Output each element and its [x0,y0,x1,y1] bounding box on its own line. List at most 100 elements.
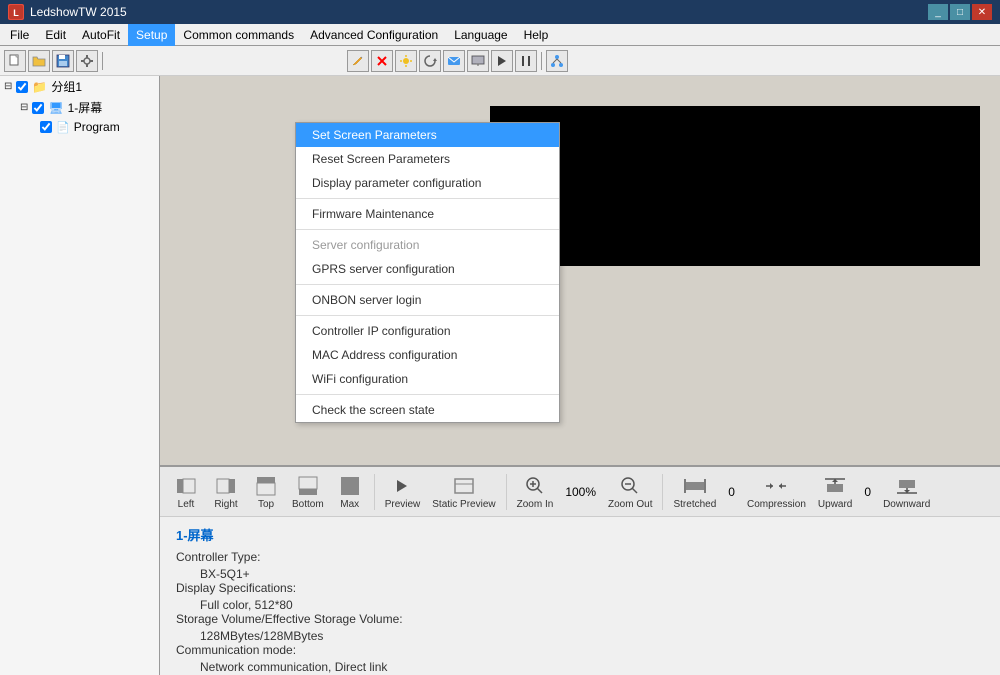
svg-text:L: L [13,8,19,18]
menu-sep5 [296,394,559,395]
menu-sep1 [296,198,559,199]
stretched-button[interactable]: Stretched [669,472,720,512]
menu-wifi-config[interactable]: WiFi configuration [296,367,559,391]
menu-sep3 [296,284,559,285]
title-bar: L LedshowTW 2015 _ □ ✕ [0,0,1000,24]
bottom-toolbar: Left Right Top [160,465,1000,675]
upward-label: Upward [818,499,852,510]
menu-common[interactable]: Common commands [175,24,302,46]
zoom-out-button[interactable]: Zoom Out [604,472,656,512]
info-storage-value: 128MBytes/128MBytes [176,629,984,643]
menu-reset-screen-params[interactable]: Reset Screen Parameters [296,147,559,171]
layout-left-button[interactable]: Left [168,472,204,512]
tree-program-label: Program [74,120,120,134]
menu-display-param-config[interactable]: Display parameter configuration [296,171,559,195]
count2-label: 0 [860,485,875,499]
tree-root[interactable]: ⊟ 📁 分组1 [0,76,159,97]
info-storage-label: Storage Volume/Effective Storage Volume: [176,612,984,626]
compression-label: Compression [747,499,806,510]
preview-label: Preview [385,499,421,510]
screen-preview [490,106,980,266]
layout-left-label: Left [178,499,195,510]
layout-max-button[interactable]: Max [332,472,368,512]
preview-button[interactable]: Preview [381,472,425,512]
info-controller-type-label: Controller Type: [176,550,984,564]
layout-bottom-icon [296,474,320,498]
toolbar-sun[interactable] [395,50,417,72]
downward-label: Downward [883,499,930,510]
layout-max-icon [338,474,362,498]
tree-screen-checkbox[interactable] [32,102,44,114]
playback-bar: Left Right Top [160,467,1000,517]
info-controller-type-value: BX-5Q1+ [176,567,984,581]
static-preview-button[interactable]: Static Preview [428,472,499,512]
menu-file[interactable]: File [2,24,37,46]
count1-label: 0 [724,485,739,499]
toolbar-refresh[interactable] [419,50,441,72]
layout-top-label: Top [258,499,274,510]
toolbar-save[interactable] [52,50,74,72]
tree-expand-icon: ⊟ [4,81,12,92]
tree-screen[interactable]: ⊟ 🖥 1-屏幕 [0,97,159,118]
toolbar-pause[interactable] [515,50,537,72]
menu-advanced[interactable]: Advanced Configuration [302,24,446,46]
layout-right-button[interactable]: Right [208,472,244,512]
menu-sep2 [296,229,559,230]
compression-button[interactable]: Compression [743,472,810,512]
menu-edit[interactable]: Edit [37,24,74,46]
layout-bottom-button[interactable]: Bottom [288,472,328,512]
downward-icon [895,474,919,498]
menu-language[interactable]: Language [446,24,515,46]
main-layout: ⊟ 📁 分组1 ⊟ 🖥 1-屏幕 📄 Program Set Screen Pa… [0,76,1000,675]
maximize-button[interactable]: □ [950,4,970,20]
menu-controller-ip[interactable]: Controller IP configuration [296,319,559,343]
info-comm-mode-value: Network communication, Direct link [176,660,984,674]
downward-button[interactable]: Downward [879,472,934,512]
menu-firmware-maintenance[interactable]: Firmware Maintenance [296,202,559,226]
pb-sep2 [506,474,507,510]
menu-setup[interactable]: Setup [128,24,175,46]
menu-mac-address[interactable]: MAC Address configuration [296,343,559,367]
toolbar-settings[interactable] [76,50,98,72]
menu-gprs-server-config[interactable]: GPRS server configuration [296,257,559,281]
window-controls: _ □ ✕ [928,4,992,20]
toolbar-delete[interactable] [371,50,393,72]
zoom-out-label: Zoom Out [608,499,652,510]
tree-screen-icon: 🖥 [48,101,63,115]
menu-onbon-login[interactable]: ONBON server login [296,288,559,312]
toolbar-sep2 [541,52,542,70]
pb-sep3 [662,474,663,510]
info-display-spec-value: Full color, 512*80 [176,598,984,612]
menu-check-screen[interactable]: Check the screen state [296,398,559,422]
toolbar-network[interactable] [546,50,568,72]
tree-program-icon: 📄 [56,121,70,134]
toolbar-email[interactable] [443,50,465,72]
tree-screen-expand-icon: ⊟ [20,102,28,113]
zoom-out-icon [618,474,642,498]
upward-button[interactable]: Upward [814,472,856,512]
stretched-label: Stretched [673,499,716,510]
zoom-in-button[interactable]: Zoom In [513,472,558,512]
pb-sep1 [374,474,375,510]
tree-program-checkbox[interactable] [40,121,52,133]
zoom-level: 100% [561,485,600,499]
tree-program[interactable]: 📄 Program [0,118,159,136]
tree-root-checkbox[interactable] [16,81,28,93]
close-button[interactable]: ✕ [972,4,992,20]
toolbar-new[interactable] [4,50,26,72]
menu-help[interactable]: Help [516,24,557,46]
toolbar-edit1[interactable] [347,50,369,72]
toolbar-play[interactable] [491,50,513,72]
menu-set-screen-params[interactable]: Set Screen Parameters [296,123,559,147]
toolbar-monitor[interactable] [467,50,489,72]
menu-autofit[interactable]: AutoFit [74,24,128,46]
main-toolbar [0,46,1000,76]
toolbar-open[interactable] [28,50,50,72]
info-screen-title: 1-屏幕 [176,525,984,544]
app-icon: L [8,4,24,20]
minimize-button[interactable]: _ [928,4,948,20]
layout-top-button[interactable]: Top [248,472,284,512]
upward-icon [823,474,847,498]
preview-icon [390,474,414,498]
layout-right-label: Right [214,499,237,510]
